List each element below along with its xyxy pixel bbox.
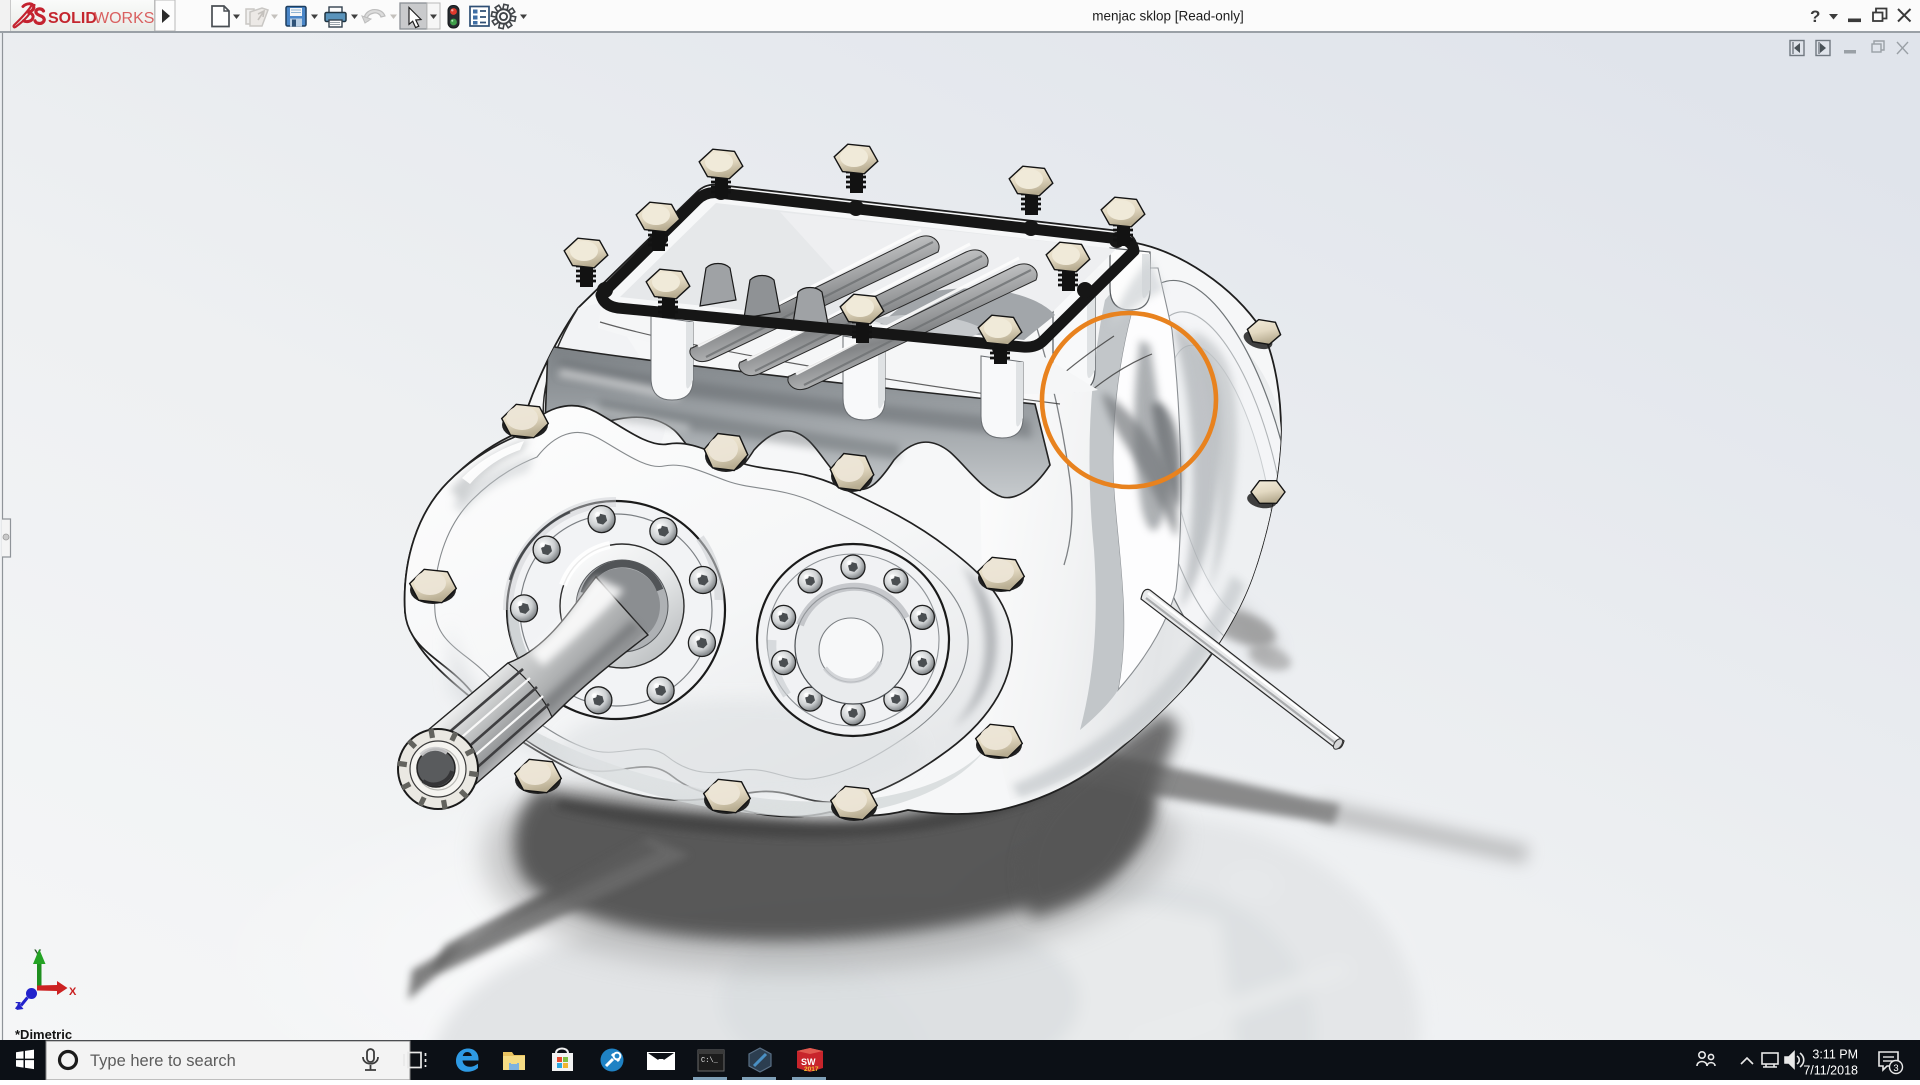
svg-text:X: X (69, 986, 77, 998)
svg-text:menjac sklop [Read-only]: menjac sklop [Read-only] (1092, 9, 1244, 24)
svg-text:3:11 PM: 3:11 PM (1812, 1048, 1858, 1062)
svg-text:?: ? (1810, 7, 1820, 26)
svg-text:SOLID: SOLID (48, 10, 97, 27)
svg-text:Z: Z (15, 1001, 21, 1012)
svg-text:2017: 2017 (804, 1066, 819, 1073)
svg-text:C:\_: C:\_ (701, 1057, 719, 1065)
svg-text:7/11/2018: 7/11/2018 (1803, 1064, 1858, 1078)
svg-text:WORKS: WORKS (94, 10, 154, 27)
svg-text:3: 3 (1893, 1063, 1898, 1074)
svg-text:*Dimetric: *Dimetric (15, 1027, 72, 1040)
svg-text:Type here to search: Type here to search (90, 1052, 236, 1070)
